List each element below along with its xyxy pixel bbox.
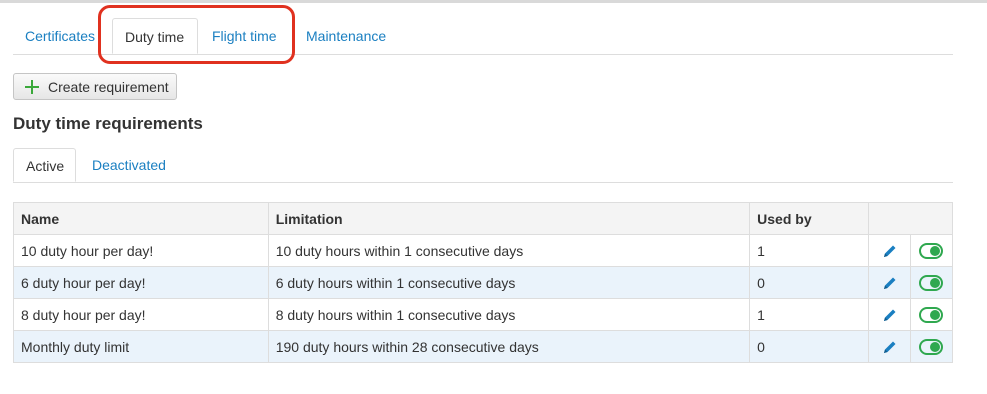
- cell-limitation: 190 duty hours within 28 consecutive day…: [267, 330, 751, 363]
- toggle-on-icon[interactable]: [919, 339, 944, 356]
- cell-name: Monthly duty limit: [13, 330, 269, 363]
- cell-used-by: 1: [749, 298, 870, 331]
- table-row: 6 duty hour per day! 6 duty hours within…: [13, 266, 954, 299]
- pencil-icon[interactable]: [882, 275, 898, 291]
- tab-maintenance[interactable]: Maintenance: [294, 18, 398, 54]
- table-row: 10 duty hour per day! 10 duty hours with…: [13, 234, 954, 267]
- cell-name: 8 duty hour per day!: [13, 298, 269, 331]
- cell-name: 6 duty hour per day!: [13, 266, 269, 299]
- table-row: 8 duty hour per day! 8 duty hours within…: [13, 298, 954, 331]
- create-requirement-button[interactable]: Create requirement: [13, 73, 177, 100]
- highlight-annotation: [98, 5, 295, 64]
- pencil-icon[interactable]: [882, 243, 898, 259]
- cell-name: 10 duty hour per day!: [13, 234, 269, 267]
- top-divider: [0, 0, 987, 3]
- tab-certificates[interactable]: Certificates: [13, 18, 107, 54]
- edit-cell: [868, 298, 911, 331]
- toggle-on-icon[interactable]: [919, 307, 944, 324]
- table-header-row: Name Limitation Used by: [13, 202, 953, 235]
- plus-icon: [24, 79, 40, 95]
- cell-limitation: 6 duty hours within 1 consecutive days: [267, 266, 751, 299]
- tab-active[interactable]: Active: [13, 148, 76, 182]
- column-header-actions: [868, 202, 953, 235]
- tab-deactivated[interactable]: Deactivated: [80, 148, 178, 182]
- toggle-cell: [909, 298, 954, 331]
- cell-used-by: 1: [749, 234, 870, 267]
- table-row: Monthly duty limit 190 duty hours within…: [13, 330, 954, 363]
- status-tabs: Active Deactivated: [13, 148, 953, 183]
- cell-used-by: 0: [749, 266, 870, 299]
- cell-used-by: 0: [749, 330, 870, 363]
- toggle-cell: [909, 234, 954, 267]
- toggle-on-icon[interactable]: [919, 243, 944, 260]
- column-header-used-by: Used by: [749, 202, 870, 235]
- requirements-table: Name Limitation Used by 10 duty hour per…: [13, 202, 954, 363]
- column-header-limitation: Limitation: [267, 202, 751, 235]
- cell-limitation: 8 duty hours within 1 consecutive days: [267, 298, 751, 331]
- toggle-cell: [909, 266, 954, 299]
- column-header-name: Name: [13, 202, 269, 235]
- pencil-icon[interactable]: [882, 307, 898, 323]
- toggle-on-icon[interactable]: [919, 275, 944, 292]
- toggle-cell: [909, 330, 954, 363]
- create-requirement-label: Create requirement: [48, 78, 169, 95]
- edit-cell: [868, 330, 911, 363]
- edit-cell: [868, 234, 911, 267]
- cell-limitation: 10 duty hours within 1 consecutive days: [267, 234, 751, 267]
- edit-cell: [868, 266, 911, 299]
- pencil-icon[interactable]: [882, 339, 898, 355]
- page-title: Duty time requirements: [13, 114, 203, 133]
